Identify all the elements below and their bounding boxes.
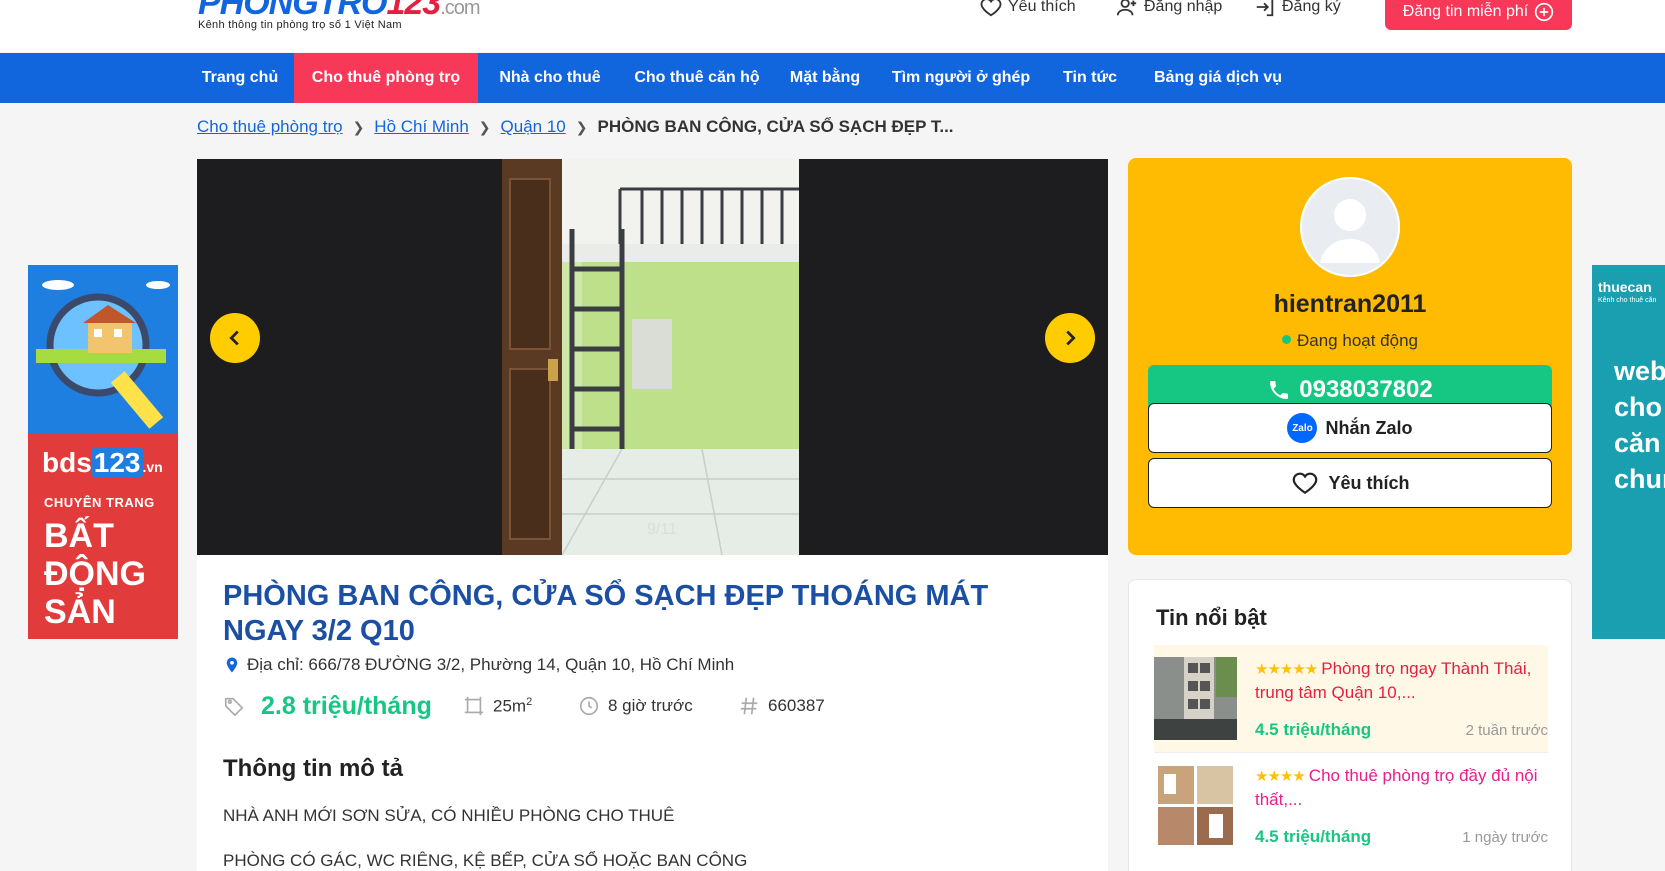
area-icon (464, 696, 484, 716)
clock-icon (579, 696, 599, 716)
featured-item-title: ★★★★★ Phòng trọ ngay Thành Thái, trung tâ… (1255, 659, 1532, 702)
ad-right-headline: web cho căn chun (1614, 356, 1665, 494)
chevron-right-icon (1066, 330, 1076, 346)
featured-thumbnail (1154, 764, 1237, 847)
poster-username: hientran2011 (1273, 290, 1427, 318)
phone-icon (1270, 381, 1289, 399)
listing-address: Địa chỉ: 666/78 ĐƯỜNG 3/2, Phường 14, Qu… (223, 655, 734, 675)
gallery-next-button[interactable] (1045, 313, 1095, 363)
nav-item-home[interactable]: Trang chủ (193, 53, 287, 103)
house-magnifier-illustration (36, 280, 170, 429)
star-rating-icon: ★★★★★ (1255, 661, 1318, 678)
featured-item[interactable]: ★★★★★ Phòng trọ ngay Thành Thái, trung tâ… (1154, 645, 1548, 752)
nav-item-house-rental[interactable]: Nhà cho thuê (484, 53, 616, 103)
nav-item-apartment-rental[interactable]: Cho thuê căn hộ (622, 53, 772, 103)
zalo-message-button[interactable]: Zalo Nhắn Zalo (1148, 403, 1552, 453)
chevron-right-icon: ❯ (478, 118, 491, 135)
ad-right-tagline: Kênh cho thuê căn (1598, 297, 1657, 304)
hash-icon (740, 697, 758, 715)
save-favorite-button[interactable]: Yêu thích (1148, 458, 1552, 508)
listing-price: 2.8 triệu/tháng (223, 692, 463, 721)
breadcrumb-link-city[interactable]: Hồ Chí Minh (374, 117, 468, 137)
featured-thumbnail (1154, 657, 1237, 740)
star-rating-icon: ★★★★ (1255, 768, 1306, 785)
description-line: PHÒNG CÓ GÁC, WC RIÊNG, KỆ BẾP, CỬA SỔ H… (223, 851, 748, 870)
featured-item-time: 1 ngày trước (1462, 829, 1548, 846)
plus-circle-icon (1535, 2, 1554, 22)
nav-item-premises[interactable]: Mặt bằng (778, 53, 872, 103)
heart-icon (980, 0, 1002, 17)
online-dot-icon (1282, 335, 1291, 344)
chevron-right-icon: ❯ (352, 118, 365, 135)
post-free-button[interactable]: Đăng tin miễn phí (1385, 0, 1572, 30)
description-heading: Thông tin mô tả (223, 755, 403, 782)
chevron-right-icon: ❯ (575, 118, 588, 135)
logo-domain: .com (440, 0, 480, 19)
listing-id: 660387 (738, 695, 825, 717)
photo-gallery: 9/11 (197, 159, 1108, 555)
nav-item-roommate[interactable]: Tìm người ở ghép (880, 53, 1042, 103)
description-line: NHÀ ANH MỚI SƠN SỬA, CÓ NHIỀU PHÒNG CHO … (223, 806, 675, 825)
site-header: PHONGTRO123.com Kênh thông tin phòng trọ… (0, 0, 1665, 52)
ad-right-brand: thuecan (1598, 279, 1652, 295)
breadcrumb-current: PHÒNG BAN CÔNG, CỬA SỔ SẠCH ĐẸP T... (597, 117, 954, 136)
save-favorite-label: Yêu thích (1328, 472, 1410, 493)
header-login-label: Đăng nhập (1144, 0, 1223, 15)
breadcrumb-link-category[interactable]: Cho thuê phòng trọ (197, 117, 343, 137)
price-tag-icon (224, 697, 244, 717)
listing-posted-value: 8 giờ trước (608, 696, 693, 715)
gallery-prev-button[interactable] (210, 313, 260, 363)
listing-area: 25m2 (463, 695, 578, 717)
featured-item[interactable]: ★★★★ Cho thuê phòng trọ đầy đủ nội thất,.… (1154, 752, 1548, 859)
heart-icon (1293, 472, 1318, 495)
user-plus-icon (1116, 0, 1137, 16)
featured-item-title: ★★★★ Cho thuê phòng trọ đầy đủ nội thất,.… (1255, 766, 1538, 809)
header-register-label: Đăng ký (1282, 0, 1341, 15)
phone-number: 0938037802 (1299, 376, 1433, 403)
listing-title: PHÒNG BAN CÔNG, CỬA SỔ SẠCH ĐẸP THOÁNG M… (223, 580, 989, 647)
listing-photo[interactable] (502, 159, 799, 555)
right-banner-ad[interactable]: thuecan Kênh cho thuê căn web cho căn ch… (1592, 265, 1665, 639)
breadcrumb-link-district[interactable]: Quận 10 (501, 117, 566, 137)
listing-meta-row: 2.8 triệu/tháng 25m2 8 giờ trước 660387 (223, 688, 825, 724)
map-pin-icon (226, 657, 238, 673)
main-nav: Trang chủ Cho thuê phòng trọ Nhà cho thu… (0, 53, 1665, 103)
ad-headline: BẤT ĐỘNG SẢN (44, 517, 146, 631)
ad-subtitle: CHUYÊN TRANG (44, 495, 155, 510)
featured-item-time: 2 tuần trước (1465, 722, 1548, 739)
featured-item-price: 4.5 triệu/tháng (1255, 720, 1372, 739)
sign-in-icon (1256, 0, 1274, 17)
listing-details: PHÒNG BAN CÔNG, CỬA SỔ SẠCH ĐẸP THOÁNG M… (197, 555, 1108, 871)
left-banner-ad[interactable]: bds123 .vn CHUYÊN TRANG BẤT ĐỘNG SẢN (28, 265, 178, 639)
header-favorite-label: Yêu thích (1008, 0, 1076, 15)
header-favorite-link[interactable]: Yêu thích (980, 0, 1076, 18)
poster-status: Đang hoạt động (1128, 331, 1572, 351)
listing-area-value: 25m2 (493, 695, 533, 716)
chevron-left-icon (229, 330, 239, 346)
ad-sky-background (28, 265, 178, 433)
zalo-icon: Zalo (1287, 413, 1318, 443)
nav-item-news[interactable]: Tin tức (1050, 53, 1130, 103)
featured-listings: Tin nổi bật ★★★★★ Phòng trọ ngay Thành Th… (1128, 579, 1572, 871)
site-logo[interactable]: PHONGTRO123.com Kênh thông tin phòng trọ… (198, 0, 481, 31)
listing-address-text: Địa chỉ: 666/78 ĐƯỜNG 3/2, Phường 14, Qu… (247, 655, 735, 674)
listing-posted-time: 8 giờ trước (578, 695, 738, 717)
logo-tagline: Kênh thông tin phòng trọ số 1 Việt Nam (198, 19, 402, 31)
listing-id-value: 660387 (768, 696, 825, 715)
header-register-link[interactable]: Đăng ký (1254, 0, 1341, 18)
gallery-counter: 9/11 (647, 521, 677, 538)
featured-heading: Tin nổi bật (1156, 605, 1267, 630)
featured-item-price: 4.5 triệu/tháng (1255, 827, 1372, 846)
post-free-label: Đăng tin miễn phí (1402, 3, 1529, 20)
nav-item-pricing[interactable]: Bảng giá dịch vụ (1138, 53, 1298, 103)
listing-price-value: 2.8 triệu/tháng (261, 691, 432, 720)
ad-brand: bds123 .vn (42, 447, 163, 478)
header-login-link[interactable]: Đăng nhập (1116, 0, 1222, 18)
zalo-label: Nhắn Zalo (1325, 417, 1413, 438)
contact-card: hientran2011 Đang hoạt động 0938037802 Z… (1128, 158, 1572, 555)
nav-item-room-rental[interactable]: Cho thuê phòng trọ (294, 53, 478, 103)
avatar[interactable] (1300, 177, 1400, 277)
breadcrumb: Cho thuê phòng trọ ❯ Hồ Chí Minh ❯ Quận … (197, 117, 954, 137)
